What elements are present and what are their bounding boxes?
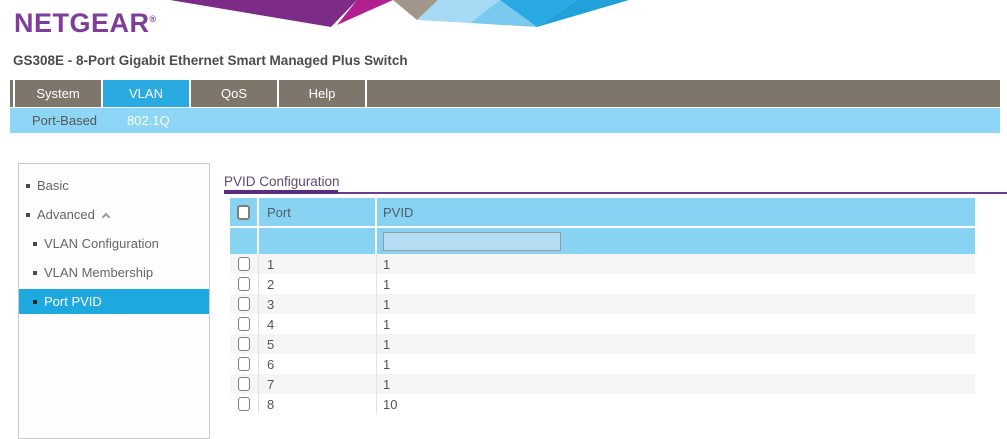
sidebar-item-label: Port PVID (44, 289, 102, 314)
vlan-subnav: Port-Based 802.1Q (10, 108, 1000, 133)
row-checkbox[interactable] (238, 297, 250, 311)
nav-tab-system[interactable]: System (13, 80, 101, 107)
port-cell: 5 (259, 334, 377, 354)
row-checkbox[interactable] (238, 277, 250, 291)
table-edit-row (230, 228, 975, 254)
sidebar-item-label: Basic (37, 173, 69, 198)
port-cell: 6 (259, 354, 377, 374)
bullet-icon (33, 300, 37, 304)
pvid-table: Port PVID 1 1 2 1 3 1 4 1 5 1 6 1 (230, 198, 975, 414)
header-checkbox-cell (230, 198, 259, 226)
pvid-cell: 10 (377, 394, 975, 414)
table-row: 6 1 (230, 354, 975, 374)
pvid-cell: 1 (377, 314, 975, 334)
page-title: PVID Configuration (224, 174, 340, 189)
bullet-icon (26, 213, 30, 217)
nav-filler (365, 80, 1000, 107)
row-checkbox[interactable] (238, 397, 250, 411)
netgear-logo: NETGEAR® (14, 8, 157, 39)
netgear-logo-text: NETGEAR (14, 8, 150, 38)
sidebar: Basic Advanced VLAN Configuration VLAN M… (18, 163, 210, 439)
pvid-cell: 1 (377, 254, 975, 274)
row-checkbox[interactable] (238, 377, 250, 391)
heading-rule (224, 192, 1007, 194)
table-row: 3 1 (230, 294, 975, 314)
table-row: 5 1 (230, 334, 975, 354)
sidebar-item-basic[interactable]: Basic (19, 173, 209, 198)
sidebar-item-vlan-membership[interactable]: VLAN Membership (19, 260, 209, 285)
row-checkbox[interactable] (238, 317, 250, 331)
main-nav: System VLAN QoS Help (10, 80, 1000, 107)
column-header-port: Port (259, 198, 377, 226)
subnav-item-8021q[interactable]: 802.1Q (127, 113, 170, 128)
table-row: 8 10 (230, 394, 975, 414)
pvid-cell: 1 (377, 274, 975, 294)
sidebar-item-advanced[interactable]: Advanced (19, 202, 209, 227)
pvid-cell: 1 (377, 374, 975, 394)
pvid-cell: 1 (377, 354, 975, 374)
nav-tab-vlan[interactable]: VLAN (101, 80, 189, 107)
bullet-icon (33, 271, 37, 275)
heading-rule-accent (224, 190, 338, 194)
port-cell: 4 (259, 314, 377, 334)
subnav-item-port-based[interactable]: Port-Based (32, 113, 97, 128)
sidebar-item-port-pvid[interactable]: Port PVID (19, 289, 209, 314)
pvid-cell: 1 (377, 334, 975, 354)
nav-tab-qos[interactable]: QoS (189, 80, 277, 107)
device-title: GS308E - 8-Port Gigabit Ethernet Smart M… (13, 53, 408, 68)
bullet-icon (33, 242, 37, 246)
row-checkbox[interactable] (238, 337, 250, 351)
port-cell: 1 (259, 254, 377, 274)
port-cell: 3 (259, 294, 377, 314)
table-row: 7 1 (230, 374, 975, 394)
bullet-icon (26, 184, 30, 188)
column-header-pvid: PVID (377, 198, 975, 226)
chevron-up-icon (102, 212, 110, 220)
port-cell: 8 (259, 394, 377, 414)
nav-tab-help[interactable]: Help (277, 80, 365, 107)
sidebar-item-label: VLAN Configuration (44, 231, 159, 256)
registered-mark: ® (150, 14, 157, 24)
table-row: 4 1 (230, 314, 975, 334)
table-row: 1 1 (230, 254, 975, 274)
select-all-checkbox[interactable] (237, 205, 250, 220)
edit-pvid-cell (377, 228, 975, 254)
edit-port-cell (259, 228, 377, 254)
table-row: 2 1 (230, 274, 975, 294)
row-checkbox[interactable] (238, 357, 250, 371)
pvid-input[interactable] (383, 232, 561, 251)
table-header-row: Port PVID (230, 198, 975, 226)
port-cell: 7 (259, 374, 377, 394)
edit-checkbox-cell (230, 228, 259, 254)
sidebar-item-label: VLAN Membership (44, 260, 153, 285)
port-cell: 2 (259, 274, 377, 294)
sidebar-item-label: Advanced (37, 202, 95, 227)
row-checkbox[interactable] (238, 257, 250, 271)
pvid-cell: 1 (377, 294, 975, 314)
sidebar-item-vlan-configuration[interactable]: VLAN Configuration (19, 231, 209, 256)
